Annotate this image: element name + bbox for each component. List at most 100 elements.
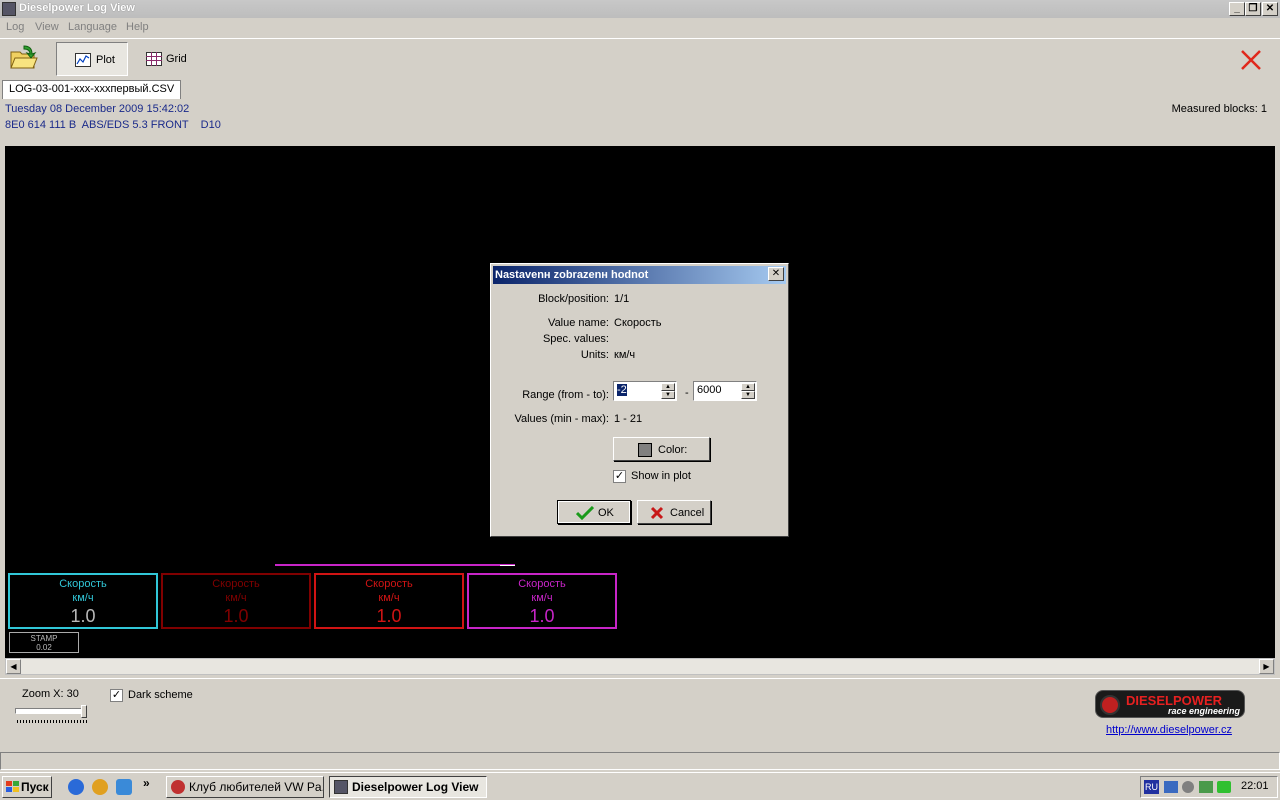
quicklaunch-more[interactable]: » — [143, 776, 150, 790]
color-button-label: Color: — [658, 444, 688, 456]
value-gauge[interactable]: Скорость км/ч 1.0 — [314, 573, 464, 629]
gauge-name: Скорость — [518, 578, 566, 590]
dark-scheme-checkbox[interactable]: ✓ — [110, 689, 123, 702]
horizontal-scrollbar[interactable]: ◀ ▶ — [5, 658, 1275, 675]
show-in-plot-checkbox[interactable]: ✓ — [613, 470, 626, 483]
tray-app-icon[interactable] — [1199, 781, 1213, 793]
close-app-button[interactable] — [1240, 49, 1262, 71]
menu-language[interactable]: Language — [68, 21, 117, 33]
status-bar — [0, 752, 1280, 770]
tab-log-file[interactable]: LOG-03-001-xxx-xxxпервый.CSV — [2, 80, 182, 99]
units-label: Units: — [580, 349, 609, 361]
range-label: Range (from - to): — [522, 389, 609, 401]
windows-logo-icon — [6, 781, 19, 792]
task-forum[interactable]: Клуб любителей VW Pa... — [166, 776, 324, 798]
gauge-unit: км/ч — [225, 592, 247, 604]
measured-blocks: Measured blocks: 1 — [1171, 103, 1267, 115]
units-value: км/ч — [614, 349, 636, 361]
window-title: Dieselpower Log View — [19, 2, 135, 14]
website-link[interactable]: http://www.dieselpower.cz — [1106, 724, 1232, 736]
ok-label: OK — [598, 507, 614, 519]
range-to-down[interactable]: ▼ — [741, 391, 755, 399]
gauge-value: 1.0 — [529, 606, 555, 626]
security-icon[interactable] — [1217, 781, 1231, 793]
range-from-up[interactable]: ▲ — [661, 383, 675, 391]
zoom-slider-ticks — [17, 720, 87, 723]
grid-icon — [146, 52, 162, 66]
chart-icon — [75, 53, 91, 67]
dark-scheme-label: Dark scheme — [128, 689, 193, 701]
color-button[interactable]: Color: — [613, 437, 710, 461]
menu-log[interactable]: Log — [6, 21, 24, 33]
ie-icon[interactable] — [68, 779, 84, 795]
range-to-up[interactable]: ▲ — [741, 383, 755, 391]
start-button[interactable]: Пуск — [2, 776, 52, 798]
zoom-slider-thumb[interactable] — [81, 705, 87, 718]
log-datetime: Tuesday 08 December 2009 15:42:02 — [5, 103, 190, 115]
stamp-box: STAMP 0.02 — [9, 632, 79, 653]
task-dieselpower[interactable]: Dieselpower Log View — [329, 776, 487, 798]
show-in-plot-label: Show in plot — [631, 470, 691, 482]
stamp-label: STAMP — [30, 634, 58, 643]
window-close-button[interactable]: ✕ — [1262, 2, 1278, 16]
restore-button[interactable]: ❐ — [1245, 2, 1261, 16]
value-gauge[interactable]: Скорость км/ч 1.0 — [161, 573, 311, 629]
gauge-name: Скорость — [365, 578, 413, 590]
block-position-label: Block/position: — [538, 293, 609, 305]
value-gauge[interactable]: Скорость км/ч 1.0 — [8, 573, 158, 629]
range-to-spinner[interactable]: 6000 ▲ ▼ — [693, 381, 757, 401]
app-icon[interactable] — [2, 2, 16, 16]
volume-icon[interactable] — [1182, 781, 1194, 793]
clock: 22:01 — [1241, 780, 1269, 792]
gauge-value: 1.0 — [376, 606, 402, 626]
range-from-down[interactable]: ▼ — [661, 391, 675, 399]
taskbar: Пуск » Клуб любителей VW Pa... Dieselpow… — [0, 772, 1280, 800]
spec-values-label: Spec. values: — [542, 333, 609, 345]
dialog-title: Nastavenн zobrazenн hodnot — [493, 266, 786, 284]
grid-button[interactable]: Grid — [140, 42, 200, 76]
start-label: Пуск — [21, 780, 49, 794]
cancel-label: Cancel — [670, 507, 705, 519]
range-to-input[interactable]: 6000 — [697, 384, 721, 396]
cancel-x-icon — [650, 506, 664, 520]
cancel-button[interactable]: Cancel — [637, 500, 711, 524]
grid-label: Grid — [166, 53, 187, 65]
log-info-area: Tuesday 08 December 2009 15:42:02 8E0 61… — [0, 100, 1280, 146]
value-name-value: Скорость — [614, 317, 662, 329]
plot-trace-line — [275, 564, 515, 566]
app-task-icon — [334, 780, 348, 794]
color-swatch — [638, 443, 652, 457]
range-from-input[interactable]: -2 — [617, 384, 627, 396]
bottom-panel: Zoom X: 30 ✓ Dark scheme DIESELPOWER rac… — [0, 678, 1280, 750]
block-position-value: 1/1 — [614, 293, 630, 305]
scroll-right-button[interactable]: ▶ — [1259, 659, 1274, 674]
ok-button[interactable]: OK — [557, 500, 631, 524]
menu-help[interactable]: Help — [126, 21, 149, 33]
close-icon — [1241, 50, 1261, 70]
open-folder-button[interactable] — [8, 42, 42, 76]
dialog-close-button[interactable]: ✕ — [768, 267, 784, 281]
scroll-left-button[interactable]: ◀ — [6, 659, 21, 674]
menu-view[interactable]: View — [35, 21, 59, 33]
dieselpower-logo: DIESELPOWER race engineering — [1095, 690, 1245, 718]
checkmark-icon — [576, 506, 594, 520]
gauge-name: Скорость — [212, 578, 260, 590]
show-desktop-icon[interactable] — [116, 779, 132, 795]
plot-button[interactable]: Plot — [56, 42, 128, 76]
tray-language[interactable]: RU — [1144, 780, 1159, 794]
minimize-button[interactable]: _ — [1229, 2, 1245, 16]
stamp-value: 0.02 — [36, 643, 52, 652]
task-dieselpower-label: Dieselpower Log View — [352, 780, 479, 794]
network-icon[interactable] — [1164, 781, 1178, 793]
zoom-slider[interactable] — [15, 705, 89, 725]
window-titlebar[interactable]: Dieselpower Log View _ ❐ ✕ — [0, 0, 1280, 18]
logo-emblem — [1100, 695, 1120, 715]
value-gauge[interactable]: Скорость км/ч 1.0 — [467, 573, 617, 629]
gauge-name: Скорость — [59, 578, 107, 590]
plot-cursor — [500, 565, 515, 566]
folder-open-icon — [10, 45, 38, 69]
gauge-unit: км/ч — [531, 592, 553, 604]
media-player-icon[interactable] — [92, 779, 108, 795]
display-settings-dialog: Nastavenн zobrazenн hodnot ✕ Block/posit… — [490, 263, 789, 537]
range-from-spinner[interactable]: -2 ▲ ▼ — [613, 381, 677, 401]
